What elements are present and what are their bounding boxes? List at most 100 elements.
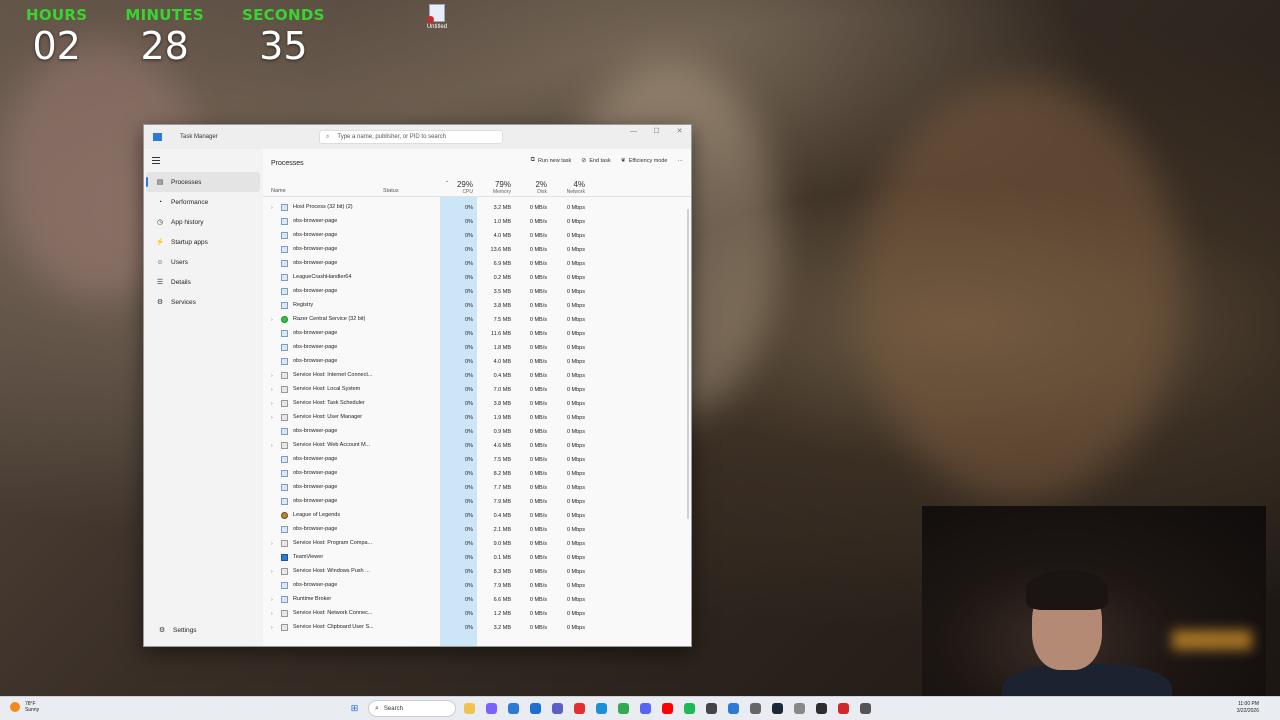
app-icon[interactable]: [791, 700, 808, 717]
table-row[interactable]: obs-browser-page 0% 6.9 MB 0 MB/s 0 Mbps: [263, 257, 683, 271]
scrollbar[interactable]: [687, 209, 689, 519]
efficiency-mode-button[interactable]: ❦ Efficiency mode: [621, 157, 668, 165]
hamburger-menu-icon[interactable]: [152, 157, 160, 164]
table-row[interactable]: League of Legends 0% 0.4 MB 0 MB/s 0 Mbps: [263, 509, 683, 523]
minimize-button[interactable]: —: [622, 125, 645, 139]
sidebar-item-processes[interactable]: ▤ Processes: [146, 172, 260, 192]
close-button[interactable]: ✕: [668, 125, 691, 139]
column-cpu[interactable]: CPU: [441, 189, 473, 195]
spotify-icon[interactable]: [681, 700, 698, 717]
column-name[interactable]: Name: [271, 188, 286, 194]
table-row[interactable]: › Service Host: Local System 0% 7.0 MB 0 MB/…: [263, 383, 683, 397]
more-options-button[interactable]: ···: [678, 158, 684, 164]
column-memory[interactable]: Memory: [477, 189, 511, 195]
expand-chevron-icon[interactable]: ›: [271, 401, 273, 407]
app-icon[interactable]: [703, 700, 720, 717]
column-network[interactable]: Network: [549, 189, 585, 195]
clock-time: 11:00 PM: [1237, 701, 1259, 707]
column-memory-percent[interactable]: 79%: [477, 180, 511, 189]
table-row[interactable]: obs-browser-page 0% 7.7 MB 0 MB/s 0 Mbps: [263, 481, 683, 495]
maximize-button[interactable]: ☐: [645, 125, 668, 139]
edge-icon[interactable]: [593, 700, 610, 717]
expand-chevron-icon[interactable]: ›: [271, 387, 273, 393]
table-row[interactable]: › Service Host: Windows Push ... 0% 8.3 MB 0…: [263, 565, 683, 579]
obs-icon[interactable]: [813, 700, 830, 717]
table-row[interactable]: › Service Host: Task Scheduler 0% 3.8 MB 0 M…: [263, 397, 683, 411]
end-task-button[interactable]: ⊘ End task: [581, 157, 610, 165]
expand-chevron-icon[interactable]: ›: [271, 611, 273, 617]
table-row[interactable]: › Service Host: Clipboard User S... 0% 3.2 …: [263, 621, 683, 635]
table-row[interactable]: › Service Host: Program Compa... 0% 9.0 MB 0…: [263, 537, 683, 551]
table-row[interactable]: TeamViewer 0% 0.1 MB 0 MB/s 0 Mbps: [263, 551, 683, 565]
table-row[interactable]: › Service Host: Network Connec... 0% 1.2 MB…: [263, 607, 683, 621]
table-row[interactable]: obs-browser-page 0% 8.2 MB 0 MB/s 0 Mbps: [263, 467, 683, 481]
expand-chevron-icon[interactable]: ›: [271, 415, 273, 421]
table-row[interactable]: › Runtime Broker 0% 6.6 MB 0 MB/s 0 Mbps: [263, 593, 683, 607]
hours-value: 02: [32, 24, 81, 68]
copilot-icon[interactable]: [483, 700, 500, 717]
opera-icon[interactable]: [571, 700, 588, 717]
table-row[interactable]: obs-browser-page 0% 0.9 MB 0 MB/s 0 Mbps: [263, 425, 683, 439]
table-row[interactable]: obs-browser-page 0% 7.9 MB 0 MB/s 0 Mbps: [263, 495, 683, 509]
expand-chevron-icon[interactable]: ›: [271, 443, 273, 449]
expand-chevron-icon[interactable]: ›: [271, 373, 273, 379]
sidebar-item-settings[interactable]: ⚙ Settings: [148, 620, 258, 640]
table-row[interactable]: › Host Process (32 bit) (2) 0% 3.2 MB 0 MB/s…: [263, 201, 683, 215]
column-disk[interactable]: Disk: [513, 189, 547, 195]
column-status[interactable]: Status: [383, 188, 399, 194]
expand-chevron-icon[interactable]: ›: [271, 541, 273, 547]
start-button[interactable]: ⊞: [346, 700, 363, 717]
weather-widget[interactable]: 78°F Sunny: [10, 701, 39, 713]
sidebar-item-startup-apps[interactable]: ⚡ Startup apps: [146, 232, 260, 252]
table-row[interactable]: › Razer Central Service (32 bit) 0% 7.5 MB 0…: [263, 313, 683, 327]
table-row[interactable]: › Service Host: User Manager 0% 1.9 MB 0 MB/…: [263, 411, 683, 425]
table-row[interactable]: obs-browser-page 0% 2.1 MB 0 MB/s 0 Mbps: [263, 523, 683, 537]
table-row[interactable]: obs-browser-page 0% 7.9 MB 0 MB/s 0 Mbps: [263, 579, 683, 593]
app-icon[interactable]: [725, 700, 742, 717]
desktop-file-icon[interactable]: Untitled: [422, 4, 452, 30]
store-icon[interactable]: [527, 700, 544, 717]
table-row[interactable]: obs-browser-page 0% 1.8 MB 0 MB/s 0 Mbps: [263, 341, 683, 355]
file-explorer-icon[interactable]: [461, 700, 478, 717]
column-network-percent[interactable]: 4%: [549, 180, 585, 189]
processes-panel: Processes ⧉ Run new task ⊘ End task ❦ Ef…: [263, 149, 691, 646]
sidebar-item-app-history[interactable]: ◷ App history: [146, 212, 260, 232]
title-bar[interactable]: Task Manager ⌕ Type a name, publisher, o…: [144, 125, 691, 149]
system-clock[interactable]: 11:00 PM 3/22/2026: [1237, 701, 1259, 715]
expand-chevron-icon[interactable]: ›: [271, 597, 273, 603]
teams-icon[interactable]: [549, 700, 566, 717]
table-row[interactable]: Registry 0% 3.8 MB 0 MB/s 0 Mbps: [263, 299, 683, 313]
app-icon[interactable]: [747, 700, 764, 717]
column-disk-percent[interactable]: 2%: [513, 180, 547, 189]
expand-chevron-icon[interactable]: ›: [271, 569, 273, 575]
table-row[interactable]: obs-browser-page 0% 11.6 MB 0 MB/s 0 Mbps: [263, 327, 683, 341]
table-row[interactable]: obs-browser-page 0% 3.5 MB 0 MB/s 0 Mbps: [263, 285, 683, 299]
chrome-icon[interactable]: [615, 700, 632, 717]
sidebar-item-details[interactable]: ☰ Details: [146, 272, 260, 292]
sidebar-item-performance[interactable]: ◔ Performance: [146, 192, 260, 212]
table-row[interactable]: obs-browser-page 0% 4.0 MB 0 MB/s 0 Mbps: [263, 355, 683, 369]
table-row[interactable]: › Service Host: Web Account M... 0% 4.6 MB 0…: [263, 439, 683, 453]
photos-icon[interactable]: [505, 700, 522, 717]
table-row[interactable]: LeagueCrashHandler64 0% 0.2 MB 0 MB/s 0 Mbps: [263, 271, 683, 285]
expand-chevron-icon[interactable]: ›: [271, 205, 273, 211]
table-row[interactable]: obs-browser-page 0% 1.0 MB 0 MB/s 0 Mbps: [263, 215, 683, 229]
run-new-task-button[interactable]: ⧉ Run new task: [531, 157, 572, 164]
steam-icon[interactable]: [769, 700, 786, 717]
sidebar-item-services[interactable]: ⚙ Services: [146, 292, 260, 312]
sidebar-item-users[interactable]: ☺ Users: [146, 252, 260, 272]
app-icon[interactable]: [857, 700, 874, 717]
table-row[interactable]: obs-browser-page 0% 4.0 MB 0 MB/s 0 Mbps: [263, 229, 683, 243]
memory-value: 3.2 MB: [493, 625, 511, 631]
youtube-icon[interactable]: [659, 700, 676, 717]
table-row[interactable]: › Service Host: Internet Connect... 0% 0.4 …: [263, 369, 683, 383]
expand-chevron-icon[interactable]: ›: [271, 625, 273, 631]
table-row[interactable]: obs-browser-page 0% 7.5 MB 0 MB/s 0 Mbps: [263, 453, 683, 467]
discord-icon[interactable]: [637, 700, 654, 717]
taskbar-search[interactable]: ⌕ Search: [368, 700, 456, 717]
table-row[interactable]: obs-browser-page 0% 13.6 MB 0 MB/s 0 Mbps: [263, 243, 683, 257]
app-icon[interactable]: [835, 700, 852, 717]
expand-chevron-icon[interactable]: ›: [271, 317, 273, 323]
column-cpu-percent[interactable]: 29%: [441, 180, 473, 189]
search-input[interactable]: ⌕ Type a name, publisher, or PID to sear…: [319, 130, 503, 144]
